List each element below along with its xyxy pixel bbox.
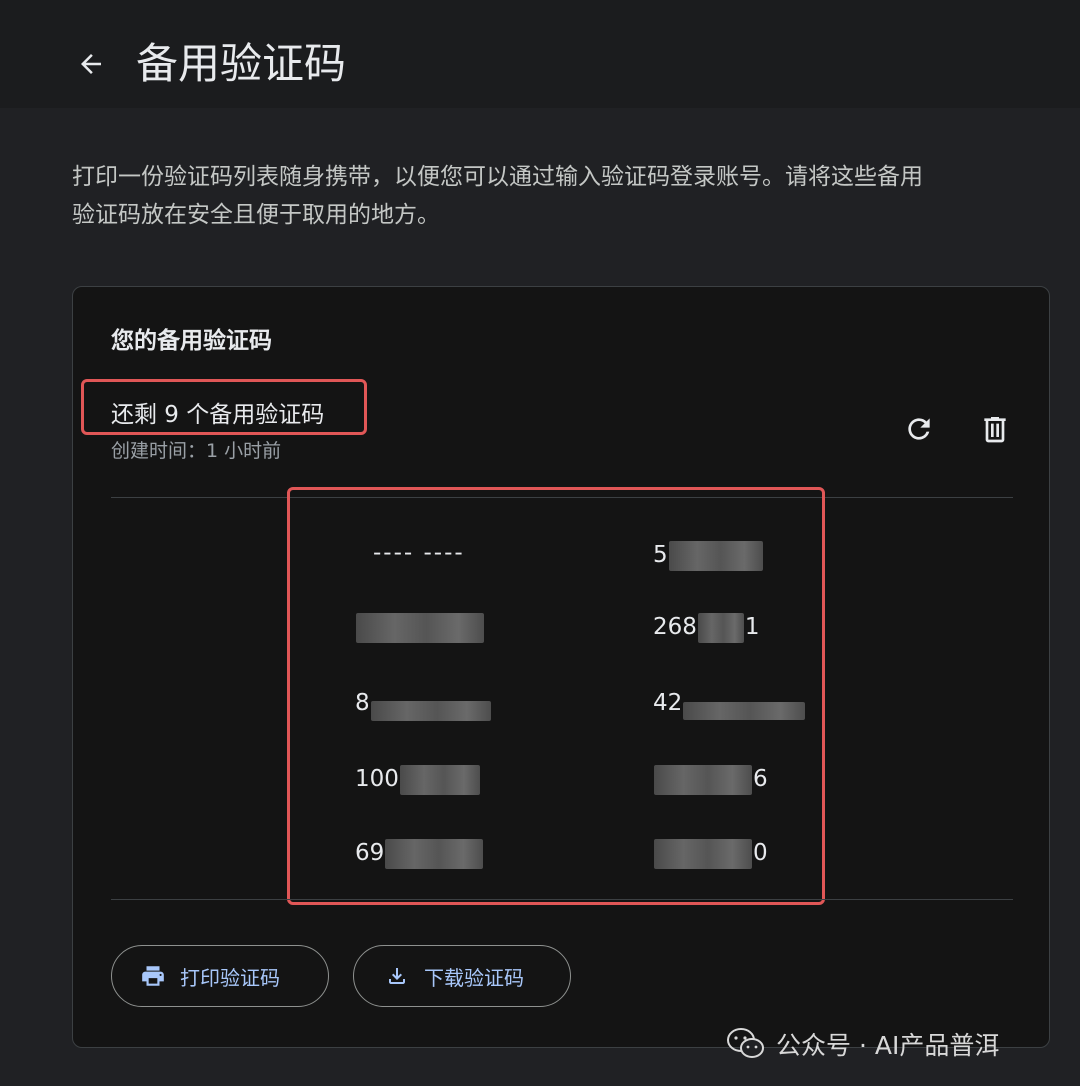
trash-icon — [984, 417, 1006, 443]
refresh-icon — [908, 418, 930, 440]
print-codes-button[interactable]: 打印验证码 — [111, 945, 329, 1007]
printer-icon — [140, 963, 166, 989]
redacted-blur — [683, 701, 806, 720]
redacted-blur — [654, 838, 752, 869]
download-button-label: 下载验证码 — [424, 965, 524, 990]
backup-code-5: 8 — [355, 683, 492, 723]
backup-code-6: 42 — [653, 683, 806, 723]
divider-bottom — [111, 899, 1013, 900]
redacted-blur — [697, 612, 744, 643]
arrow-back-icon — [81, 54, 101, 74]
redacted-blur — [399, 764, 480, 795]
print-button-label: 打印验证码 — [180, 965, 280, 990]
delete-codes-button[interactable] — [973, 407, 1017, 451]
watermark: 公众号 · AI产品普洱 — [726, 1024, 999, 1064]
redacted-blur — [370, 700, 491, 721]
regenerate-codes-button[interactable] — [897, 407, 941, 451]
download-icon — [384, 963, 410, 989]
backup-code-7: 100 — [355, 759, 481, 799]
watermark-text: 公众号 · AI产品普洱 — [776, 1031, 1000, 1060]
remaining-codes-count: 还剩 9 个备用验证码 — [111, 402, 325, 428]
redacted-blur — [654, 764, 752, 795]
page-description: 打印一份验证码列表随身携带，以便您可以通过输入验证码登录账号。请将这些备用验证码… — [72, 164, 923, 228]
redacted-blur — [668, 540, 763, 571]
created-time: 创建时间：1 小时前 — [111, 440, 282, 462]
backup-codes-card: 您的备用验证码 还剩 9 个备用验证码 创建时间：1 小时前 ---- ----… — [72, 286, 1050, 1048]
backup-code-4: 268 1 — [653, 607, 760, 647]
divider-top — [111, 497, 1013, 498]
top-app-bar: 备用验证码 — [0, 0, 1080, 108]
redacted-blur — [385, 838, 484, 869]
backup-code-2: 5 — [653, 535, 764, 575]
backup-code-3 — [355, 607, 485, 647]
backup-code-10: 0 — [653, 833, 768, 873]
page-title: 备用验证码 — [136, 39, 347, 88]
backup-code-8: 6 — [653, 759, 768, 799]
wechat-icon — [727, 1028, 764, 1058]
backup-code-9: 69 — [355, 833, 484, 873]
redacted-blur — [356, 612, 484, 643]
card-title: 您的备用验证码 — [111, 328, 272, 354]
back-button[interactable] — [72, 44, 110, 84]
download-codes-button[interactable]: 下载验证码 — [353, 945, 571, 1007]
backup-code-1: ---- ---- — [373, 540, 465, 566]
